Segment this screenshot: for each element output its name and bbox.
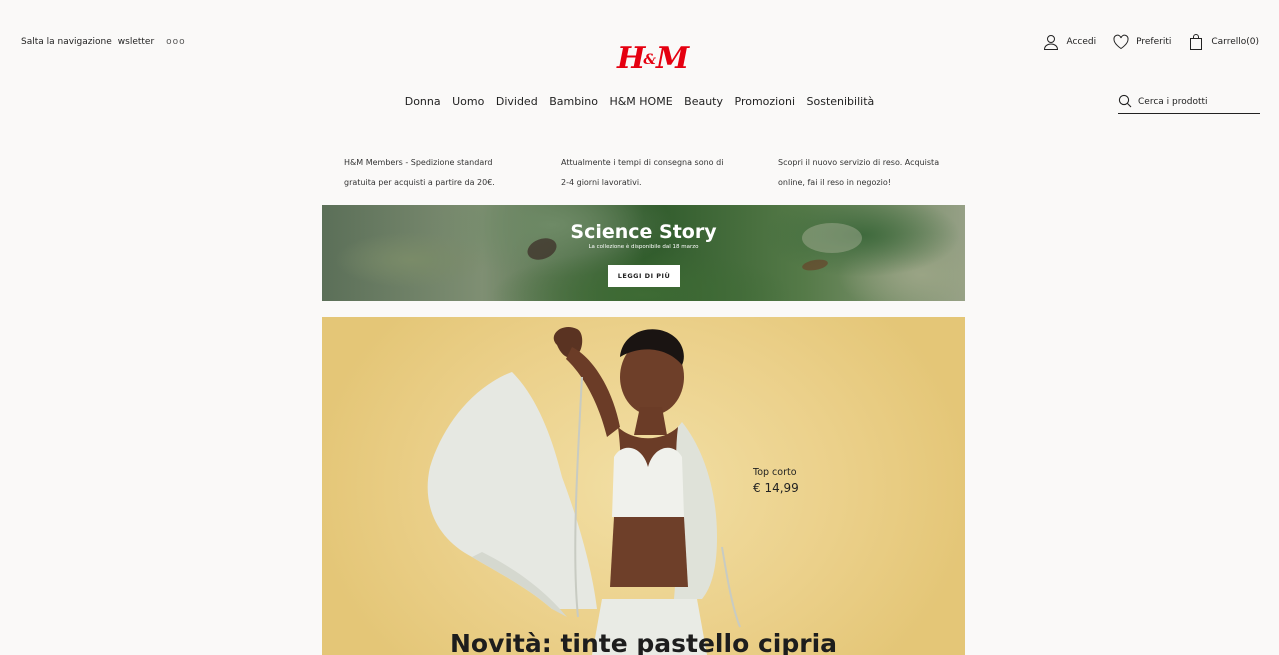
user-icon[interactable]: [1042, 33, 1060, 51]
nav-item-hm-home[interactable]: H&M HOME: [609, 95, 672, 108]
skip-navigation-link[interactable]: Salta la navigazione: [21, 37, 112, 47]
nav-item-uomo[interactable]: Uomo: [452, 95, 484, 108]
login-link[interactable]: Accedi: [1066, 37, 1096, 47]
nav-item-bambino[interactable]: Bambino: [549, 95, 598, 108]
science-story-banner[interactable]: Science Story La collezione è disponibil…: [322, 205, 965, 301]
search-input[interactable]: [1138, 97, 1253, 107]
search-icon[interactable]: [1118, 94, 1132, 111]
banner-title: Science Story: [570, 221, 717, 243]
logo-ampersand: &: [643, 52, 656, 68]
info-line: online, fai il reso in negozio!: [778, 178, 891, 187]
product-price[interactable]: € 14,99: [753, 481, 799, 495]
page: Salta la navigazione wsletter ooo H&M Ac…: [0, 0, 1279, 655]
utility-bar: Salta la navigazione wsletter ooo: [21, 37, 186, 47]
read-more-button[interactable]: LEGGI DI PIÙ: [608, 265, 680, 287]
search-box[interactable]: [1118, 91, 1260, 114]
nav-item-promozioni[interactable]: Promozioni: [735, 95, 795, 108]
info-line: 2-4 giorni lavorativi.: [561, 178, 642, 187]
hm-logo[interactable]: H&M: [617, 41, 689, 76]
banner-subtitle: La collezione è disponibile dal 18 marzo: [588, 244, 699, 250]
logo-letter-m: M: [656, 41, 689, 76]
info-line: gratuita per acquisti a partire da 20€.: [344, 178, 495, 187]
heart-icon[interactable]: [1112, 33, 1130, 51]
nav-item-donna[interactable]: Donna: [405, 95, 441, 108]
hero-campaign[interactable]: Top corto € 14,99 Novità: tinte pastello…: [322, 317, 965, 655]
info-item[interactable]: Scopri il nuovo servizio di reso. Acquis…: [778, 153, 995, 193]
info-line: H&M Members - Spedizione standard: [344, 158, 493, 167]
nav-item-beauty[interactable]: Beauty: [684, 95, 723, 108]
banner-decor: [801, 257, 829, 273]
info-line: Attualmente i tempi di consegna sono di: [561, 158, 724, 167]
main-nav: Donna Uomo Divided Bambino H&M HOME Beau…: [0, 95, 1279, 108]
info-strip: H&M Members - Spedizione standard gratui…: [344, 153, 995, 193]
nav-item-sostenibilita[interactable]: Sostenibilità: [807, 95, 875, 108]
cart-link[interactable]: Carrello(0): [1211, 37, 1259, 47]
favorites-link[interactable]: Preferiti: [1136, 37, 1171, 47]
info-line: Scopri il nuovo servizio di reso. Acquis…: [778, 158, 940, 167]
model-image: [427, 327, 741, 655]
nav-item-divided[interactable]: Divided: [496, 95, 538, 108]
info-item[interactable]: Attualmente i tempi di consegna sono di …: [561, 153, 778, 193]
product-label[interactable]: Top corto: [753, 467, 797, 478]
hero-headline: Novità: tinte pastello cipria: [449, 629, 838, 655]
newsletter-link[interactable]: wsletter: [118, 37, 154, 47]
info-item[interactable]: H&M Members - Spedizione standard gratui…: [344, 153, 561, 193]
account-links: Accedi Preferiti Carrello(0): [1042, 33, 1259, 51]
shopping-bag-icon[interactable]: [1187, 33, 1205, 51]
more-dots-icon[interactable]: ooo: [166, 37, 186, 47]
logo-letter-h: H: [617, 41, 645, 76]
